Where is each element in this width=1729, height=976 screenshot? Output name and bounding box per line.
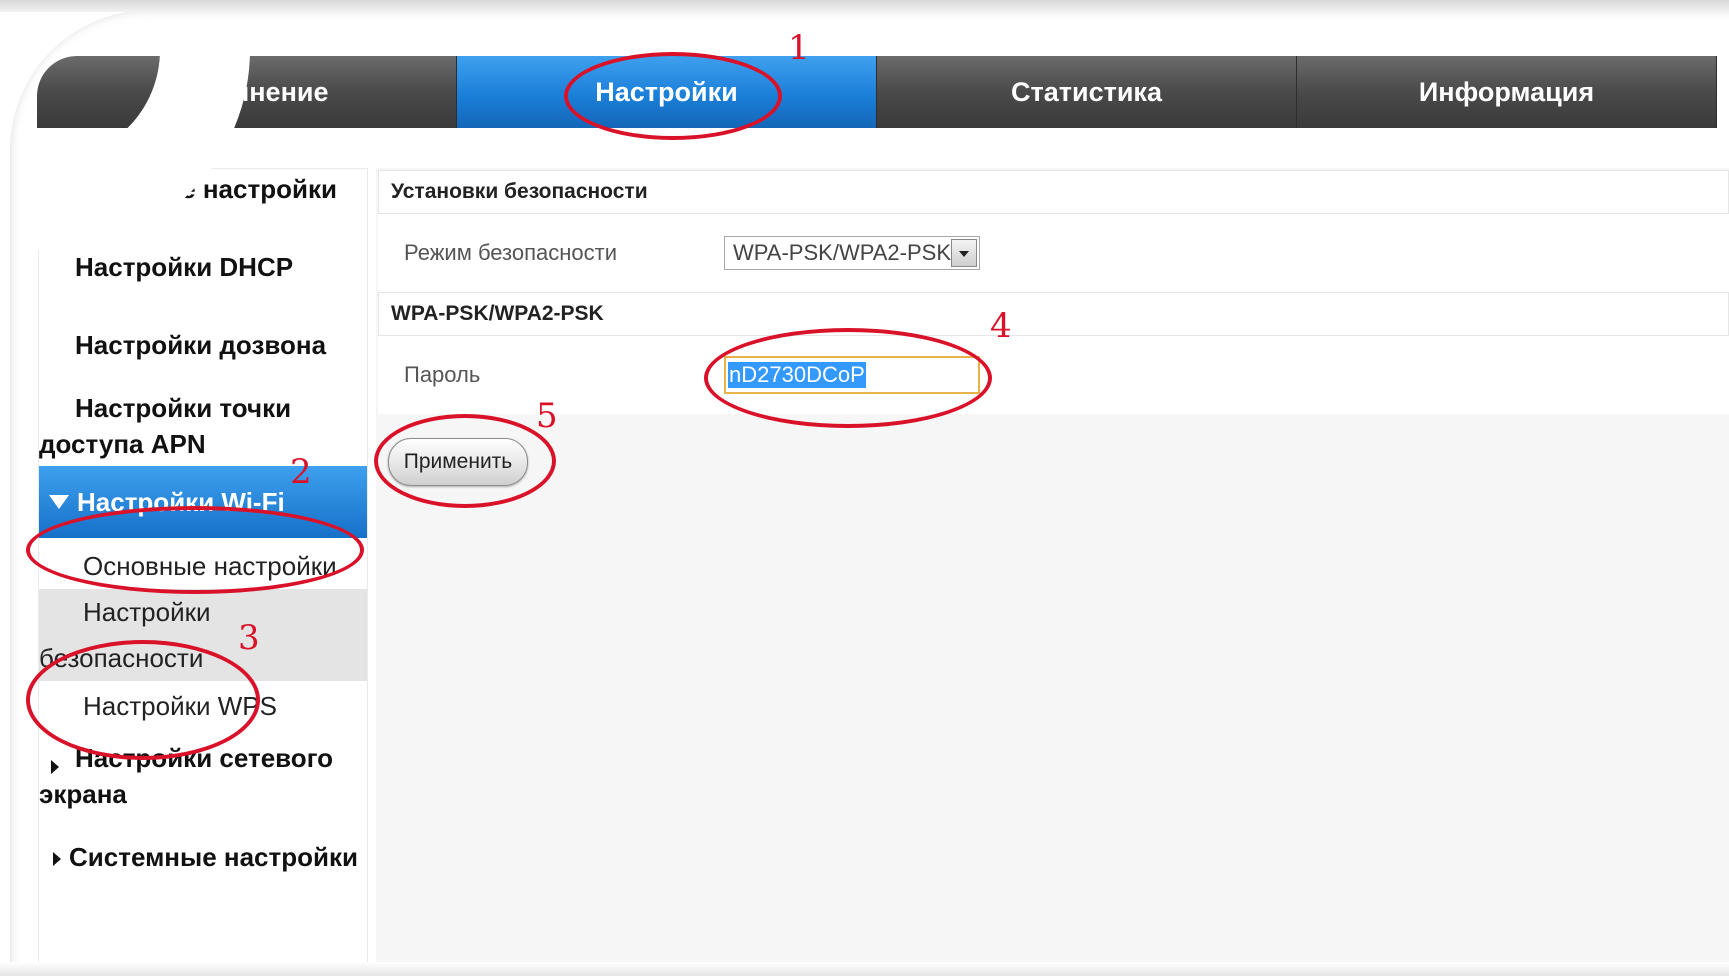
password-value: nD2730DCoP (728, 362, 866, 388)
section-title: Установки безопасности (378, 170, 1729, 214)
sidebar-item-system[interactable]: Системные настройки (39, 839, 367, 875)
collapsed-triangle-icon (51, 760, 59, 774)
tab-settings[interactable]: Настройки (457, 56, 877, 128)
screenshot-frame: Соединение Настройки Статистика Информац… (0, 0, 1729, 976)
sidebar-subitem-security[interactable]: Настройки безопасности (39, 589, 367, 681)
sidebar-item-firewall[interactable]: Настройки сетевого экрана (39, 740, 367, 812)
sidebar-subitem-label-line2: безопасности (39, 643, 204, 673)
apply-button[interactable]: Применить (388, 438, 528, 486)
annotation-number-4: 4 (990, 306, 1012, 346)
sidebar-item-label-line2: доступа APN (39, 429, 206, 459)
annotation-number-3: 3 (238, 618, 260, 658)
sidebar-item-label-line1: Настройки точки (75, 393, 292, 423)
sidebar-item-dial[interactable]: Настройки дозвона (39, 327, 367, 363)
tab-statistics[interactable]: Статистика (877, 56, 1297, 128)
security-mode-label: Режим безопасности (404, 240, 618, 265)
security-mode-row: Режим безопасности WPA-PSK/WPA2-PSK (378, 214, 1729, 292)
sidebar-item-dhcp[interactable]: Настройки DHCP (39, 249, 367, 285)
annotation-number-1: 1 (788, 28, 810, 68)
expanded-triangle-icon (49, 495, 69, 509)
frame-bottom-edge (0, 962, 1729, 976)
sidebar: Быстрые настройки Настройки DHCP Настрой… (38, 168, 368, 970)
password-row: Пароль nD2730DCoP (378, 336, 1729, 414)
sidebar-subitem-label-line1: Настройки (83, 597, 211, 627)
security-mode-value: WPA-PSK/WPA2-PSK (733, 240, 952, 265)
sidebar-item-wifi[interactable]: Настройки Wi-Fi (39, 466, 367, 538)
sidebar-item-label: Настройки Wi-Fi (77, 487, 285, 517)
sidebar-subitem-wps[interactable]: Настройки WPS (39, 681, 367, 731)
dropdown-arrow-icon[interactable] (951, 239, 977, 267)
sidebar-item-label-line2: экрана (39, 779, 127, 809)
top-navigation: Соединение Настройки Статистика Информац… (37, 56, 1717, 128)
password-field[interactable]: nD2730DCoP (724, 356, 980, 394)
sidebar-item-label: Настройки DHCP (75, 252, 294, 282)
collapsed-triangle-icon (53, 852, 61, 866)
sidebar-item-label: Системные настройки (69, 842, 358, 872)
sidebar-item-label: Быстрые настройки (75, 174, 337, 204)
tab-information[interactable]: Информация (1297, 56, 1717, 128)
subsection-title: WPA-PSK/WPA2-PSK (378, 292, 1729, 336)
sidebar-item-label-text: Настройки сетевого (75, 743, 334, 773)
frame-top-edge (0, 0, 1729, 12)
sidebar-item-apn[interactable]: Настройки точки доступа APN (39, 390, 367, 462)
sidebar-item-label: Настройки дозвона (75, 330, 327, 360)
main-content: Установки безопасности Режим безопасност… (376, 168, 1729, 968)
annotation-number-5: 5 (536, 396, 558, 436)
password-label: Пароль (404, 362, 481, 387)
sidebar-subitem-basic[interactable]: Основные настройки (39, 541, 367, 591)
sidebar-item-quick-settings[interactable]: Быстрые настройки (39, 171, 367, 207)
sidebar-item-label-line1: Настройки сетевого (39, 740, 367, 776)
security-mode-select[interactable]: WPA-PSK/WPA2-PSK (724, 236, 980, 270)
annotation-number-2: 2 (290, 452, 312, 492)
tab-connection[interactable]: Соединение (37, 56, 457, 128)
